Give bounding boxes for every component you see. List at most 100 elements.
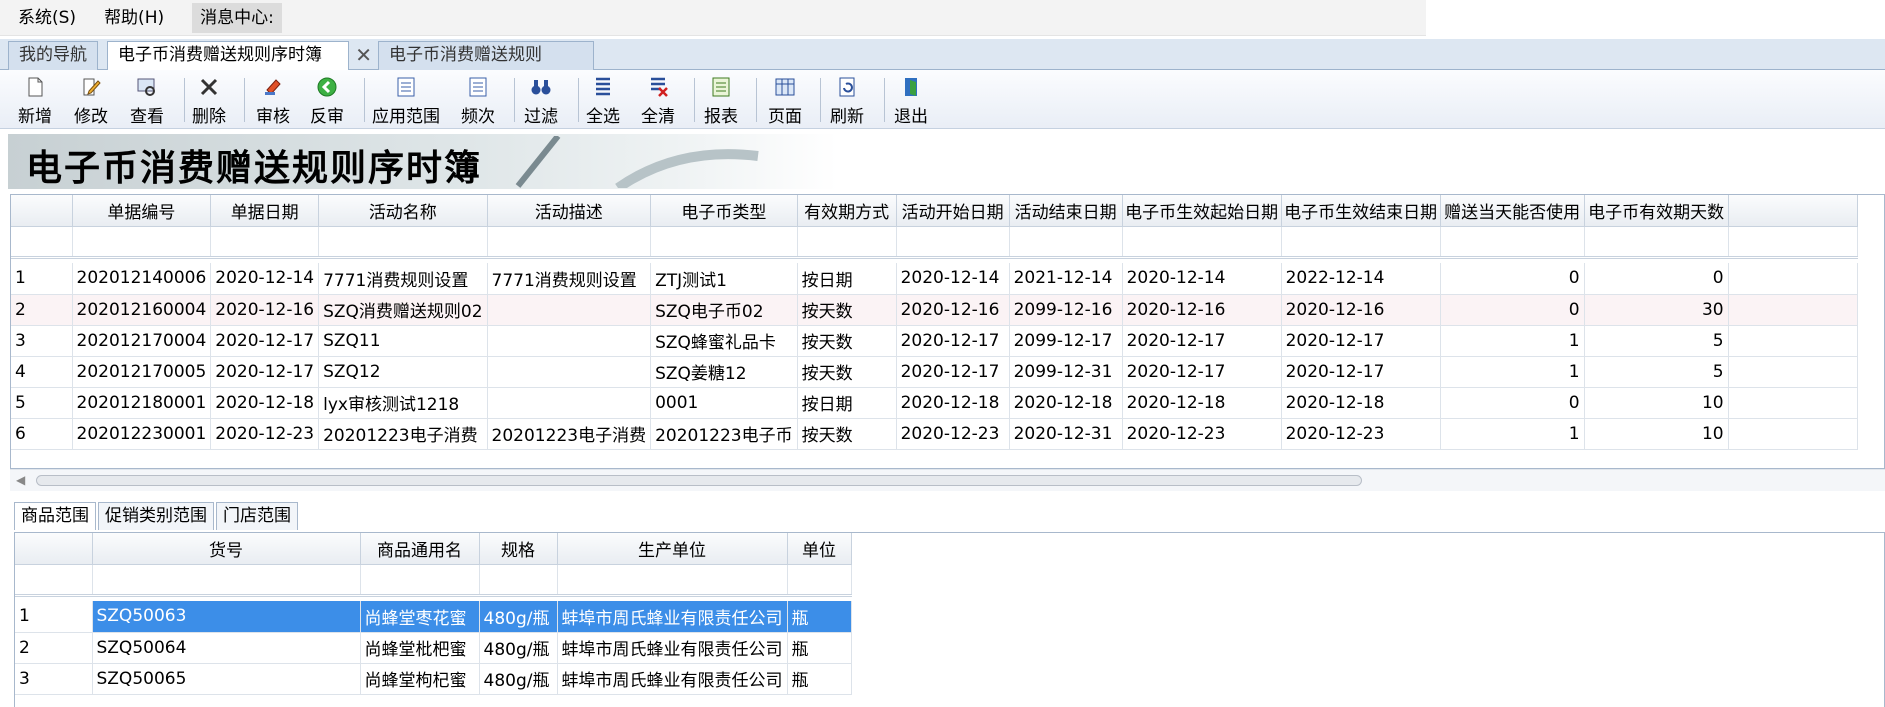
filter-cell[interactable] — [72, 226, 212, 259]
page-button[interactable]: 页面 — [768, 74, 802, 127]
filter-cell[interactable] — [650, 226, 798, 259]
table-cell[interactable] — [1728, 325, 1858, 357]
tab-ecoin-rule-list[interactable]: 电子币消费赠送规则序时簿 ✕ — [107, 41, 372, 71]
table-cell[interactable]: 按日期 — [797, 263, 897, 295]
table-cell[interactable]: 2020-12-23 — [210, 418, 320, 450]
table-cell[interactable]: 2020-12-16 — [1281, 294, 1441, 326]
table-cell[interactable]: 30 — [1584, 294, 1729, 326]
table-cell[interactable]: 2020-12-31 — [1009, 418, 1123, 450]
table-cell[interactable]: 2020-12-14 — [1122, 263, 1282, 295]
table-cell[interactable]: 1 — [1440, 418, 1585, 450]
table-cell[interactable]: 2020-12-17 — [896, 325, 1010, 357]
column-header[interactable]: 单据编号 — [72, 195, 212, 227]
table-cell[interactable]: 2020-12-17 — [1122, 356, 1282, 388]
message-center[interactable]: 消息中心: — [192, 2, 282, 33]
tab-ecoin-rule[interactable]: 电子币消费赠送规则 — [378, 41, 594, 70]
filter-cell[interactable] — [210, 226, 320, 259]
table-cell[interactable]: 202012170004 — [72, 325, 212, 357]
table-cell[interactable]: 2020-12-16 — [1122, 294, 1282, 326]
table-cell[interactable]: 2020-12-18 — [1122, 387, 1282, 419]
table-cell[interactable]: 2020-12-16 — [210, 294, 320, 326]
table-cell[interactable]: ZTJ测试1 — [650, 263, 798, 295]
column-header[interactable]: 赠送当天能否使用 — [1440, 195, 1585, 227]
tab-store-scope[interactable]: 门店范围 — [216, 502, 298, 530]
table-row[interactable]: 6 202012230001 2020-12-23 20201223电子消费 20201… — [11, 418, 1858, 450]
table-row[interactable]: 1 202012140006 2020-12-14 7771消费规则设置 7771消费规… — [11, 263, 1858, 295]
table-row[interactable]: 2 202012160004 2020-12-16 SZQ消费赠送规则02 SZQ电子币… — [11, 294, 1858, 326]
table-row[interactable]: 1 SZQ50063 尚蜂堂枣花蜜 480g/瓶 蚌埠市周氏蜂业有限责任公司瓶 — [15, 601, 852, 633]
filter-cell[interactable] — [1009, 226, 1123, 259]
table-cell[interactable]: 0 — [1440, 294, 1585, 326]
table-cell[interactable]: 尚蜂堂枸杞蜜 — [360, 663, 480, 695]
column-header[interactable]: 单位 — [787, 533, 852, 565]
filter-cell[interactable] — [896, 226, 1010, 259]
scrollbar-thumb[interactable] — [36, 475, 1362, 486]
table-cell[interactable]: 蚌埠市周氏蜂业有限责任公司 — [557, 601, 788, 633]
column-header[interactable]: 电子币生效结束日期 — [1281, 195, 1441, 227]
filter-cell[interactable] — [1728, 226, 1858, 259]
table-cell[interactable]: 0 — [1440, 263, 1585, 295]
table-cell[interactable]: 2020-12-18 — [210, 387, 320, 419]
table-cell[interactable]: 0 — [1440, 387, 1585, 419]
column-header[interactable]: 活动描述 — [487, 195, 652, 227]
table-cell[interactable]: 20201223电子消费 — [318, 418, 488, 450]
table-cell[interactable]: 7771消费规则设置 — [318, 263, 488, 295]
table-cell[interactable]: SZQ消费赠送规则02 — [318, 294, 488, 326]
tab-my-navigation[interactable]: 我的导航 — [8, 41, 98, 70]
table-cell[interactable] — [487, 387, 652, 419]
table-cell[interactable]: SZQ11 — [318, 325, 488, 357]
column-header[interactable]: 规格 — [479, 533, 558, 565]
filter-cell[interactable] — [1584, 226, 1729, 259]
refresh-button[interactable]: 刷新 — [830, 74, 864, 127]
horizontal-scrollbar[interactable]: ◀ — [10, 469, 1885, 491]
filter-button[interactable]: 过滤 — [524, 74, 558, 127]
column-header[interactable]: 单据日期 — [210, 195, 320, 227]
table-cell[interactable]: 202012230001 — [72, 418, 212, 450]
column-header[interactable]: 商品通用名 — [360, 533, 480, 565]
table-cell[interactable]: 202012140006 — [72, 263, 212, 295]
column-header[interactable]: 电子币类型 — [650, 195, 798, 227]
column-header[interactable]: 电子币有效期天数 — [1584, 195, 1729, 227]
table-cell[interactable]: 2020-12-18 — [1009, 387, 1123, 419]
table-cell[interactable]: 2020-12-23 — [1281, 418, 1441, 450]
table-cell[interactable]: SZQ12 — [318, 356, 488, 388]
table-cell[interactable]: SZQ50064 — [92, 632, 361, 664]
filter-cell[interactable] — [797, 226, 897, 259]
select-all-button[interactable]: 全选 — [586, 74, 620, 127]
table-cell[interactable]: SZQ50065 — [92, 663, 361, 695]
column-header[interactable]: 货号 — [92, 533, 361, 565]
table-cell[interactable]: 202012180001 — [72, 387, 212, 419]
table-cell[interactable]: 按天数 — [797, 294, 897, 326]
scroll-left-icon[interactable]: ◀ — [16, 473, 25, 487]
menu-help[interactable]: 帮助(H) — [94, 3, 174, 33]
table-cell[interactable]: 瓶 — [787, 632, 852, 664]
filter-cell[interactable] — [1122, 226, 1282, 259]
table-cell[interactable]: 2020-12-16 — [896, 294, 1010, 326]
close-icon[interactable]: ✕ — [355, 42, 372, 69]
table-cell[interactable]: 2099-12-17 — [1009, 325, 1123, 357]
filter-cell[interactable] — [360, 564, 480, 597]
table-cell[interactable]: 480g/瓶 — [479, 601, 558, 633]
table-cell[interactable] — [1728, 294, 1858, 326]
filter-cell[interactable] — [487, 226, 652, 259]
table-cell[interactable]: 0001 — [650, 387, 798, 419]
column-header[interactable]: 电子币生效起始日期 — [1122, 195, 1282, 227]
table-row[interactable]: 3 202012170004 2020-12-17 SZQ11 SZQ蜂蜜礼品卡 按天数 2… — [11, 325, 1858, 357]
table-cell[interactable]: 按日期 — [797, 387, 897, 419]
table-cell[interactable]: 20201223电子消费 — [487, 418, 652, 450]
table-cell[interactable]: 2099-12-16 — [1009, 294, 1123, 326]
clear-all-button[interactable]: 全清 — [641, 74, 675, 127]
table-cell[interactable]: 480g/瓶 — [479, 632, 558, 664]
delete-button[interactable]: 删除 — [192, 74, 226, 127]
scope-button[interactable]: 应用范围 — [372, 74, 440, 127]
table-cell[interactable]: 尚蜂堂枇杷蜜 — [360, 632, 480, 664]
column-header[interactable]: 生产单位 — [557, 533, 788, 565]
filter-cell[interactable] — [318, 226, 488, 259]
table-cell[interactable]: SZQ姜糖12 — [650, 356, 798, 388]
table-cell[interactable]: 2099-12-31 — [1009, 356, 1123, 388]
table-cell[interactable]: 2020-12-18 — [1281, 387, 1441, 419]
table-cell[interactable]: lyx审核测试1218 — [318, 387, 488, 419]
table-cell[interactable]: 480g/瓶 — [479, 663, 558, 695]
table-cell[interactable]: 10 — [1584, 387, 1729, 419]
filter-cell[interactable] — [557, 564, 788, 597]
